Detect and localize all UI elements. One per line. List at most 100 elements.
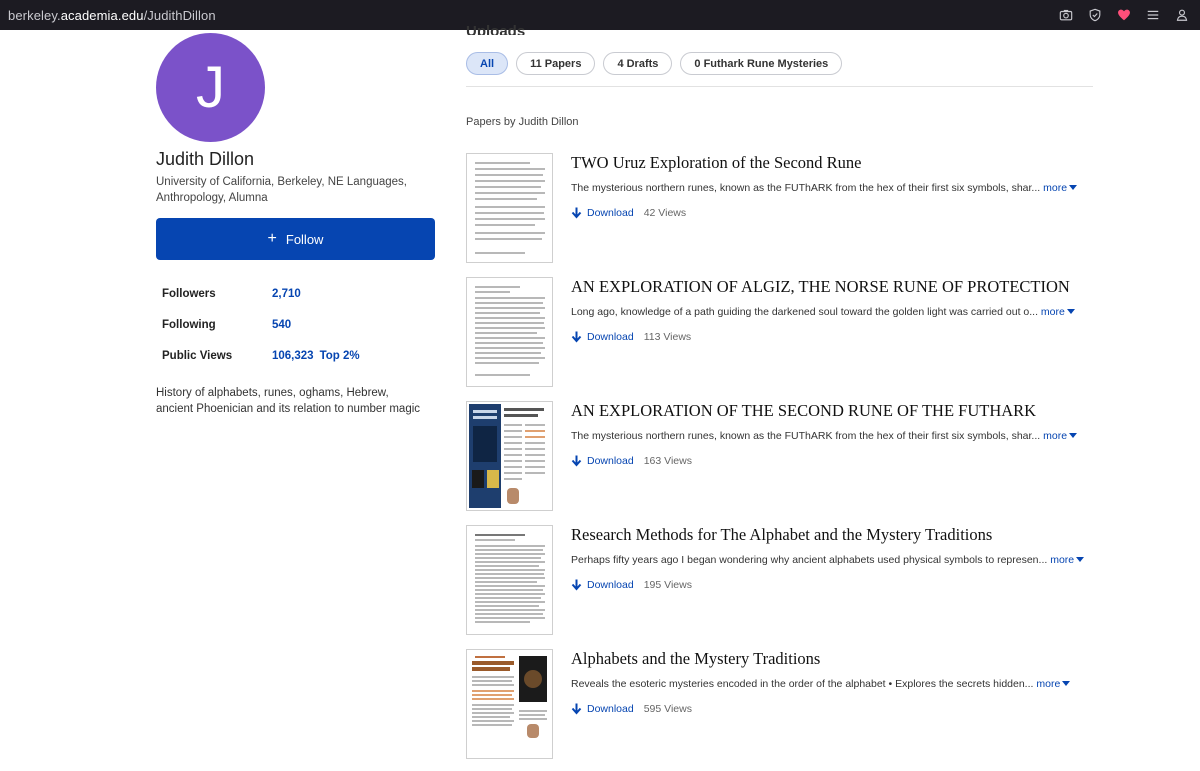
address-bar[interactable]: berkeley.academia.edu/JudithDillon: [8, 8, 216, 23]
url-host: academia.edu: [60, 7, 144, 23]
paper-actions: Download 195 Views: [571, 579, 692, 591]
url-prefix: berkeley.: [8, 7, 61, 23]
download-link[interactable]: Download: [571, 703, 634, 715]
download-label: Download: [587, 207, 634, 219]
stat-public-views: Public Views 106,323 Top 2%: [162, 340, 442, 371]
caret-down-icon: [1069, 185, 1078, 190]
paper-item: AN EXPLORATION OF ALGIZ, THE NORSE RUNE …: [466, 277, 1086, 389]
caret-down-icon: [1069, 433, 1078, 438]
download-arrow-icon: [571, 207, 582, 219]
paper-actions: Download 163 Views: [571, 455, 692, 467]
follow-button[interactable]: + Follow: [156, 218, 435, 260]
paper-actions: Download 42 Views: [571, 207, 686, 219]
abstract-text: Perhaps fifty years ago I began wonderin…: [571, 554, 1048, 566]
stat-followers: Followers 2,710: [162, 278, 442, 309]
abstract-text: The mysterious northern runes, known as …: [571, 182, 1041, 194]
more-link[interactable]: more: [1043, 430, 1078, 442]
download-label: Download: [587, 455, 634, 467]
paper-item: TWO Uruz Exploration of the Second Rune …: [466, 153, 1086, 265]
stat-label: Following: [162, 318, 216, 331]
caret-down-icon: [1076, 557, 1085, 562]
filter-papers[interactable]: 11 Papers: [516, 52, 596, 75]
download-link[interactable]: Download: [571, 331, 634, 343]
profile-name: Judith Dillon: [156, 149, 255, 169]
paper-thumbnail[interactable]: [466, 649, 553, 759]
paper-item: Alphabets and the Mystery Traditions Rev…: [466, 649, 1086, 761]
paper-thumbnail[interactable]: [466, 525, 553, 635]
download-link[interactable]: Download: [571, 579, 634, 591]
stat-value[interactable]: 540: [272, 319, 291, 331]
divider: [466, 86, 1093, 87]
more-link[interactable]: more: [1043, 182, 1078, 194]
profile-bio: History of alphabets, runes, oghams, Heb…: [156, 387, 421, 415]
abstract-text: The mysterious northern runes, known as …: [571, 430, 1041, 442]
download-arrow-icon: [571, 703, 582, 715]
heart-icon[interactable]: [1116, 7, 1132, 23]
filter-drafts[interactable]: 4 Drafts: [603, 52, 673, 75]
paper-thumbnail[interactable]: [466, 401, 553, 511]
more-label: more: [1043, 430, 1068, 442]
download-link[interactable]: Download: [571, 455, 634, 467]
url-path: /JudithDillon: [143, 7, 216, 23]
shield-icon[interactable]: [1087, 7, 1103, 23]
stat-label: Public Views: [162, 349, 233, 362]
stat-label: Followers: [162, 287, 216, 300]
view-count: 42 Views: [643, 207, 687, 219]
browser-toolbar: berkeley.academia.edu/JudithDillon: [0, 0, 1200, 30]
paper-abstract: The mysterious northern runes, known as …: [571, 182, 1078, 194]
upload-filters: All 11 Papers 4 Drafts 0 Futhark Rune My…: [466, 52, 843, 75]
download-arrow-icon: [571, 331, 582, 343]
paper-title[interactable]: AN EXPLORATION OF ALGIZ, THE NORSE RUNE …: [571, 277, 1070, 297]
paper-title[interactable]: AN EXPLORATION OF THE SECOND RUNE OF THE…: [571, 401, 1036, 421]
filter-all[interactable]: All: [466, 52, 509, 75]
papers-heading: Papers by Judith Dillon: [466, 116, 579, 128]
plus-icon: +: [267, 230, 277, 247]
follow-label: Follow: [285, 231, 324, 247]
paper-title[interactable]: Research Methods for The Alphabet and th…: [571, 525, 992, 545]
paper-item: Research Methods for The Alphabet and th…: [466, 525, 1086, 637]
download-link[interactable]: Download: [571, 207, 634, 219]
paper-title[interactable]: Alphabets and the Mystery Traditions: [571, 649, 820, 669]
account-icon[interactable]: [1174, 7, 1190, 23]
paper-abstract: The mysterious northern runes, known as …: [571, 430, 1078, 442]
download-arrow-icon: [571, 579, 582, 591]
filter-futhark-rune-mysteries[interactable]: 0 Futhark Rune Mysteries: [680, 52, 843, 75]
paper-actions: Download 595 Views: [571, 703, 692, 715]
more-label: more: [1036, 678, 1061, 690]
avatar-letter: J: [196, 55, 225, 120]
menu-icon[interactable]: [1145, 7, 1161, 23]
view-count: 113 Views: [643, 331, 692, 343]
more-link[interactable]: more: [1050, 554, 1085, 566]
paper-thumbnail[interactable]: [466, 277, 553, 387]
paper-title[interactable]: TWO Uruz Exploration of the Second Rune: [571, 153, 862, 173]
avatar: J: [156, 33, 265, 142]
camera-icon[interactable]: [1058, 7, 1074, 23]
uploads-heading: Uploads: [466, 23, 526, 35]
download-label: Download: [587, 703, 634, 715]
paper-actions: Download 113 Views: [571, 331, 691, 343]
paper-item: AN EXPLORATION OF THE SECOND RUNE OF THE…: [466, 401, 1086, 513]
paper-thumbnail[interactable]: [466, 153, 553, 263]
download-label: Download: [587, 331, 634, 343]
abstract-text: Long ago, knowledge of a path guiding th…: [571, 306, 1038, 318]
profile-affiliation: University of California, Berkeley, NE L…: [156, 176, 407, 204]
abstract-text: Reveals the esoteric mysteries encoded i…: [571, 678, 1034, 690]
stat-value[interactable]: 106,323: [272, 350, 314, 362]
more-label: more: [1043, 182, 1068, 194]
download-label: Download: [587, 579, 634, 591]
download-arrow-icon: [571, 455, 582, 467]
paper-abstract: Long ago, knowledge of a path guiding th…: [571, 306, 1075, 318]
view-count: 195 Views: [643, 579, 692, 591]
more-label: more: [1050, 554, 1075, 566]
more-link[interactable]: more: [1041, 306, 1075, 318]
paper-abstract: Perhaps fifty years ago I began wonderin…: [571, 554, 1085, 566]
caret-down-icon: [1066, 309, 1075, 314]
stat-following: Following 540: [162, 309, 442, 340]
paper-abstract: Reveals the esoteric mysteries encoded i…: [571, 678, 1071, 690]
more-link[interactable]: more: [1036, 678, 1071, 690]
profile-stats: Followers 2,710 Following 540 Public Vie…: [162, 278, 442, 371]
view-count: 595 Views: [643, 703, 692, 715]
view-count: 163 Views: [643, 455, 692, 467]
more-label: more: [1040, 306, 1065, 318]
stat-value[interactable]: 2,710: [272, 288, 301, 300]
